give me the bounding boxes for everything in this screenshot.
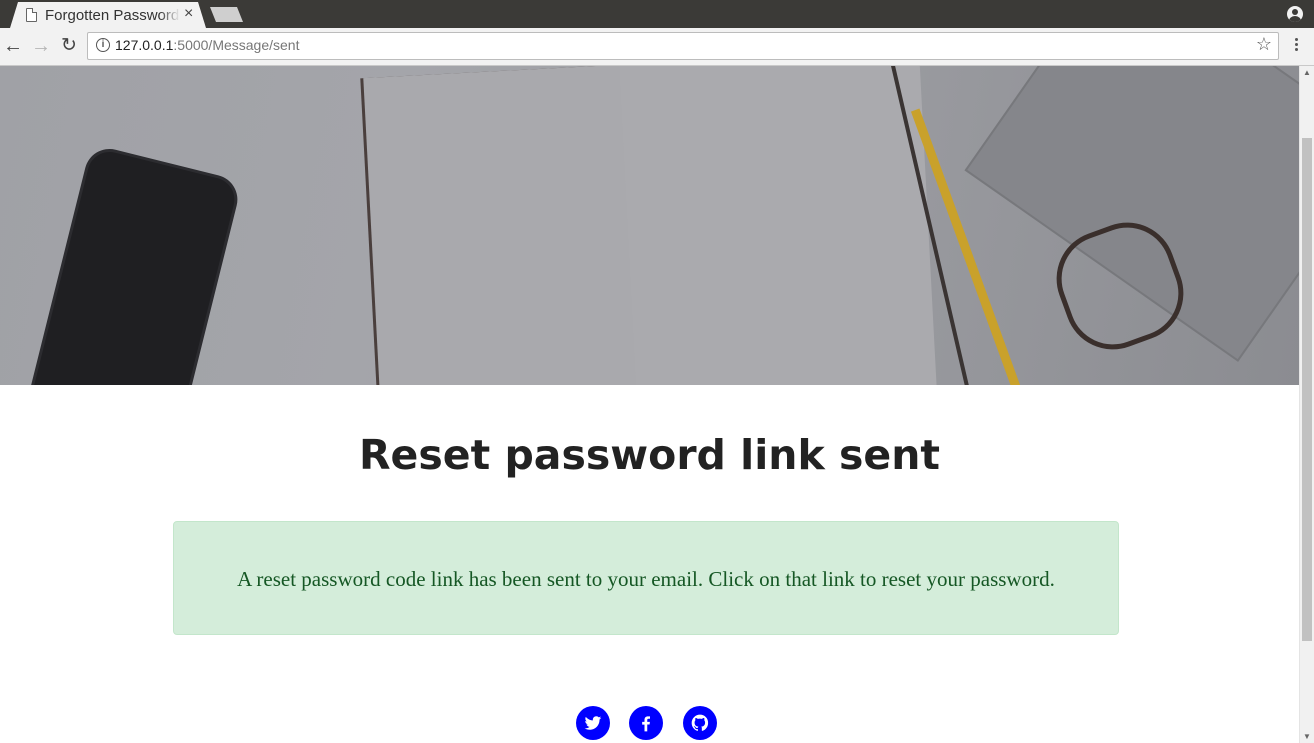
- url-text[interactable]: 127.0.0.1:5000/Message/sent: [115, 37, 299, 53]
- hero-notebook: [363, 66, 646, 385]
- page-title: Reset password link sent: [358, 431, 940, 479]
- reload-button[interactable]: ↻: [58, 35, 80, 57]
- page-icon: [26, 8, 37, 22]
- forward-button[interactable]: →: [30, 35, 52, 57]
- tab-close-icon[interactable]: ×: [184, 5, 193, 23]
- scroll-up-arrow-icon[interactable]: ▲: [1303, 68, 1311, 77]
- facebook-icon: [642, 716, 650, 732]
- page-viewport: Reset password link sent A reset passwor…: [0, 66, 1299, 743]
- browser-tab[interactable]: Forgotten Password ×: [10, 2, 206, 28]
- profile-icon[interactable]: [1287, 6, 1303, 22]
- scrollbar-thumb[interactable]: [1302, 138, 1312, 641]
- new-tab-button[interactable]: [210, 7, 243, 22]
- info-icon[interactable]: i: [96, 38, 110, 52]
- back-button[interactable]: ←: [2, 35, 24, 57]
- twitter-button[interactable]: [576, 706, 610, 740]
- facebook-button[interactable]: [629, 706, 663, 740]
- hero-phone: [20, 147, 240, 385]
- url-host: 127.0.0.1: [115, 37, 174, 53]
- browser-menu-icon[interactable]: [1291, 36, 1301, 56]
- hero-notebook-page: [619, 66, 937, 385]
- url-path: :5000/Message/sent: [173, 37, 300, 53]
- scroll-down-arrow-icon[interactable]: ▼: [1303, 732, 1311, 741]
- alert-message: A reset password code link has been sent…: [237, 567, 1055, 591]
- tab-title: Forgotten Password: [45, 7, 180, 24]
- browser-tab-bar: Forgotten Password ×: [0, 0, 1314, 28]
- browser-toolbar: ← → ↻ i 127.0.0.1:5000/Message/sent ☆: [0, 28, 1314, 66]
- success-alert: A reset password code link has been sent…: [173, 521, 1119, 635]
- hero-image: [0, 66, 1299, 385]
- address-bar[interactable]: i 127.0.0.1:5000/Message/sent ☆: [87, 32, 1279, 60]
- bookmark-star-icon[interactable]: ☆: [1256, 34, 1272, 55]
- github-button[interactable]: [683, 706, 717, 740]
- twitter-icon: [584, 716, 602, 730]
- github-icon: [691, 714, 709, 731]
- page-scrollbar[interactable]: ▲ ▼: [1299, 66, 1314, 743]
